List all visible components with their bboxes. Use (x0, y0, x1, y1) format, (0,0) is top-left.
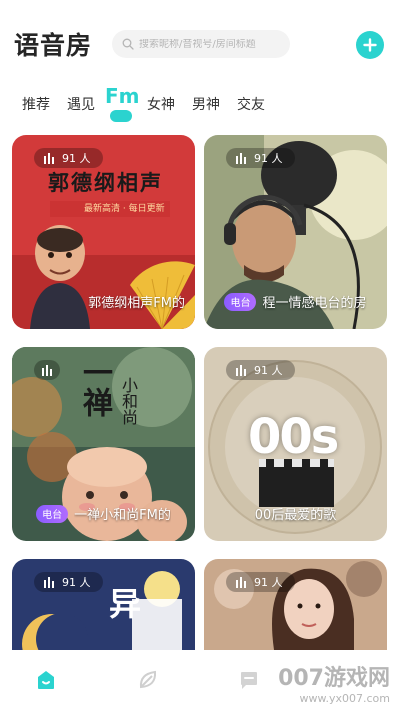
radio-badge: 电台 (224, 292, 257, 311)
room-card[interactable]: 00s 91 人 00后最爱的歌 (204, 347, 387, 541)
search-bar[interactable] (112, 30, 290, 58)
tab-male-god[interactable]: 男神 (192, 94, 220, 114)
add-room-button[interactable] (356, 31, 384, 59)
card-caption: 00后最爱的歌 (204, 504, 387, 523)
card-caption: 电台 一禅小和尚FM的 (12, 504, 195, 523)
room-title: 一禅小和尚FM的 (74, 508, 171, 523)
tab-goddess[interactable]: 女神 (147, 94, 175, 114)
listener-count-text: 91 人 (62, 576, 91, 589)
audio-bars-icon (236, 364, 246, 376)
watermark-main: 007游戏网 (278, 666, 390, 691)
search-icon (122, 38, 134, 50)
listener-count: 91 人 (226, 148, 295, 168)
card-caption: 电台 程一情感电台的房 (204, 292, 387, 311)
cover-title-text: 00s (248, 409, 339, 465)
listener-count-text: 91 人 (254, 152, 283, 165)
leaf-icon[interactable] (136, 668, 160, 692)
listener-count-text: 91 人 (62, 152, 91, 165)
room-card[interactable]: 91 人 (204, 559, 387, 650)
room-card[interactable]: 一禅 小和尚 电台 一禅小和尚FM的 (12, 347, 195, 541)
listener-count-text: 91 人 (254, 576, 283, 589)
card-caption: 郭德纲相声FM的 (12, 292, 195, 311)
room-card[interactable]: 异 91 人 (12, 559, 195, 650)
radio-badge: 电台 (36, 504, 69, 523)
listener-count: 91 人 (34, 572, 103, 592)
room-title: 郭德纲相声FM的 (88, 296, 185, 311)
search-input[interactable] (139, 38, 279, 50)
room-title: 程一情感电台的房 (262, 296, 367, 311)
room-title: 00后最爱的歌 (254, 508, 337, 523)
listener-count: 91 人 (226, 572, 295, 592)
room-card[interactable]: 91 人 电台 程一情感电台的房 (204, 135, 387, 329)
watermark: 007游戏网 www.yx007.com (278, 660, 390, 705)
audio-bars-icon (44, 576, 54, 588)
audio-bars-icon (42, 364, 52, 376)
tab-active-indicator (110, 110, 132, 122)
audio-bars-icon (236, 576, 246, 588)
tab-recommend[interactable]: 推荐 (22, 94, 50, 114)
tab-fm[interactable]: Fm (105, 84, 140, 108)
chat-icon[interactable] (237, 668, 261, 692)
category-tabs: 推荐 遇见 Fm 女神 男神 交友 (0, 82, 400, 126)
page-title: 语音房 (14, 31, 93, 60)
header: 语音房 (0, 0, 400, 80)
home-icon[interactable] (34, 668, 58, 692)
listener-count (34, 360, 60, 380)
cover-title-text: 异 (109, 585, 142, 623)
plus-icon (363, 38, 377, 52)
audio-bars-icon (236, 152, 246, 164)
watermark-url: www.yx007.com (299, 692, 390, 705)
room-card[interactable]: 郭德纲相声 最新高清 · 每日更新 91 人 郭德纲相声FM的 (12, 135, 195, 329)
listener-count-text: 91 人 (254, 364, 283, 377)
cover-title-text: 郭德纲相声 (48, 170, 163, 195)
tab-meet[interactable]: 遇见 (67, 94, 95, 114)
audio-bars-icon (44, 152, 54, 164)
listener-count: 91 人 (34, 148, 103, 168)
tab-friends[interactable]: 交友 (237, 94, 265, 114)
cover-subtitle-text: 最新高清 · 每日更新 (84, 204, 165, 214)
cover-title-text: 一禅 (77, 357, 112, 417)
cover-subtitle-text: 小和尚 (119, 377, 138, 425)
listener-count: 91 人 (226, 360, 295, 380)
